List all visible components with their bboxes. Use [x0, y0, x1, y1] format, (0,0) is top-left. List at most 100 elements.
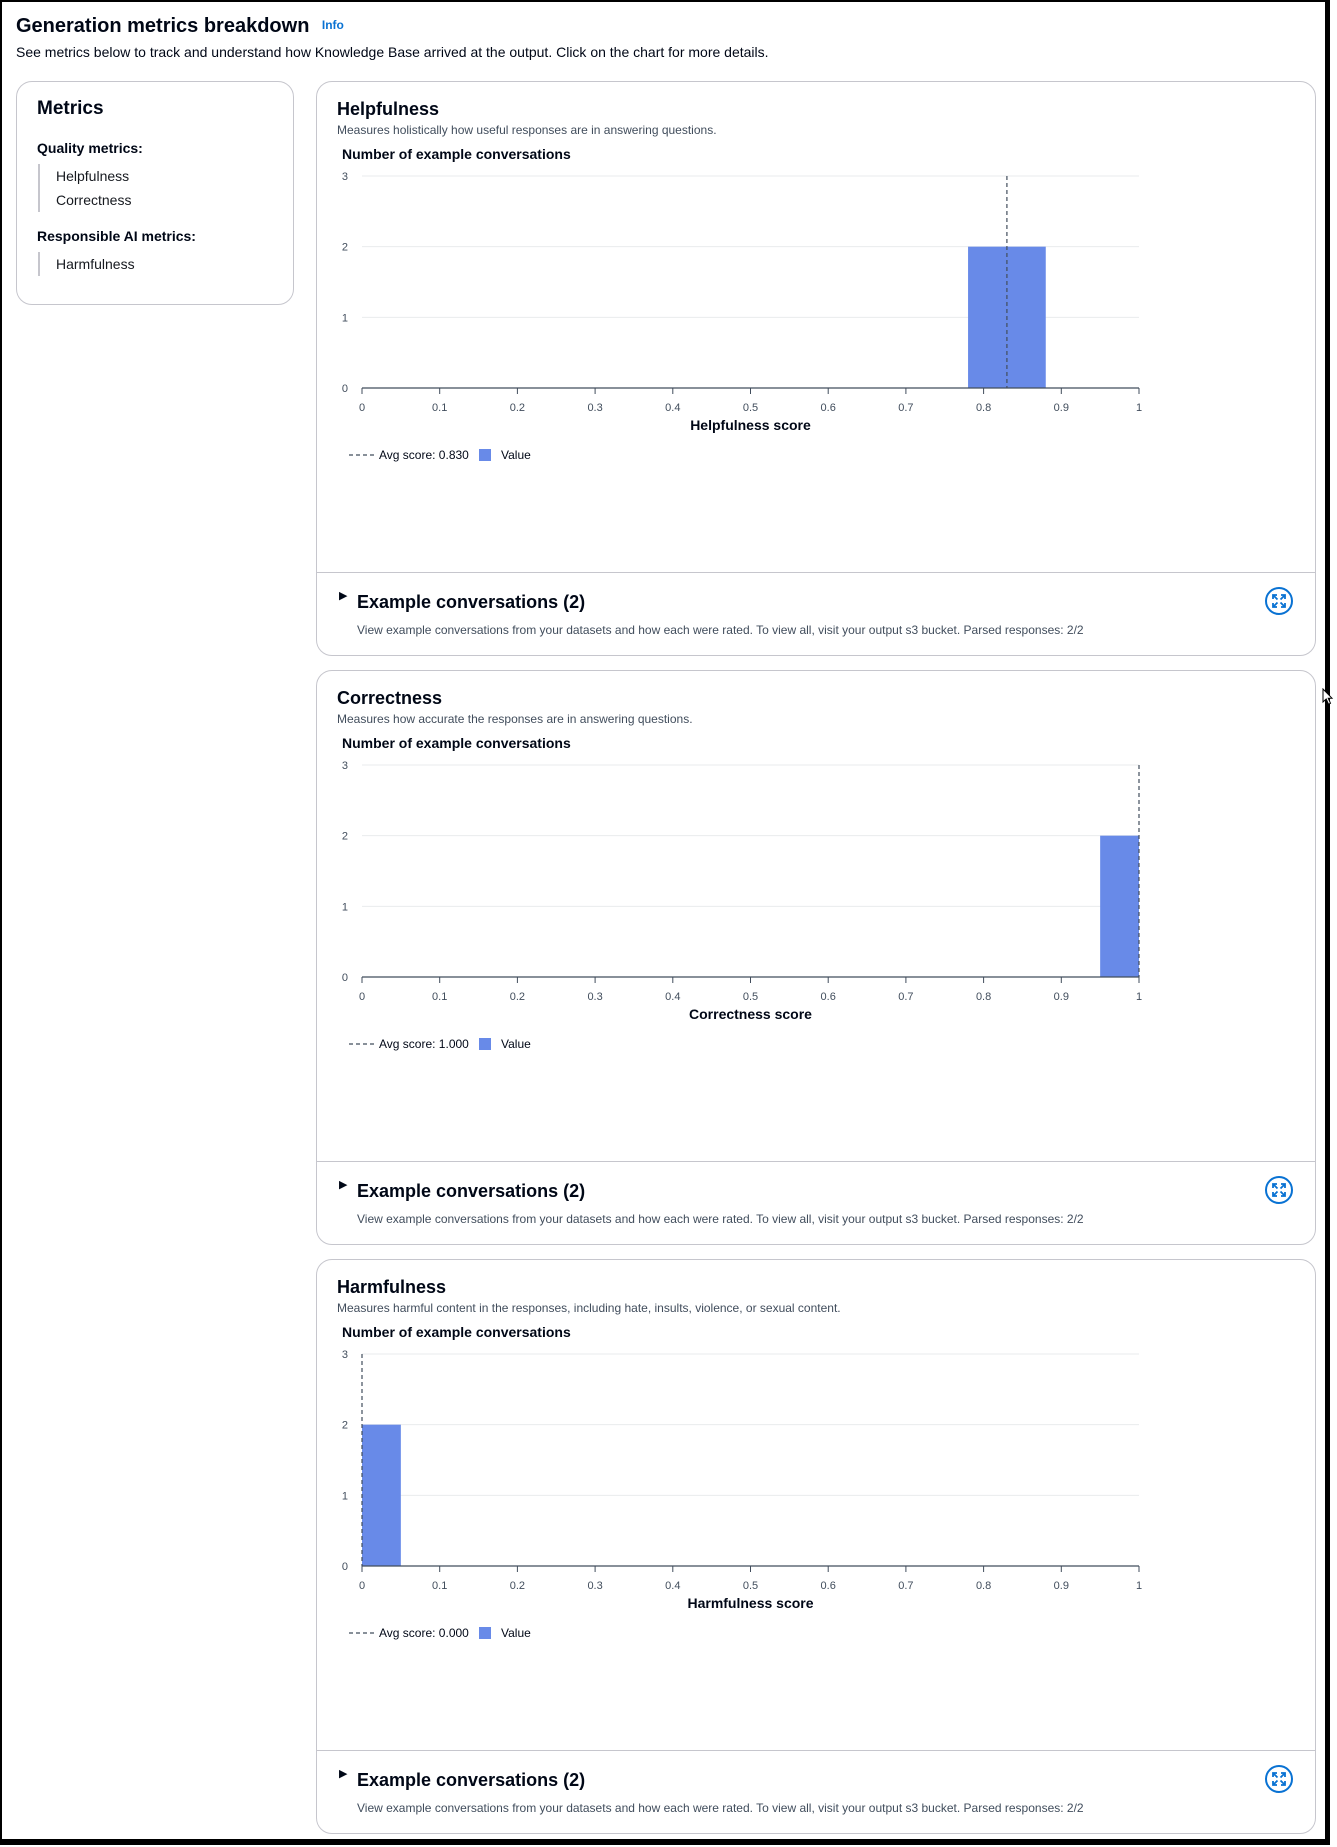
nav-list-responsible-ai: Harmfulness [38, 252, 273, 276]
y-tick-label: 3 [342, 1349, 348, 1361]
y-tick-label: 2 [342, 1420, 348, 1432]
example-conversations-section: ▶ Example conversations (2) View example… [317, 1750, 1315, 1835]
y-tick-label: 2 [342, 242, 348, 254]
example-conversations-toggle[interactable]: Example conversations (2) [357, 1770, 585, 1791]
x-tick-label: 0.8 [976, 1580, 991, 1592]
nav-item-helpfulness[interactable]: Helpfulness [56, 164, 273, 188]
x-tick-label: 0.3 [587, 402, 602, 414]
example-conversations-section: ▶ Example conversations (2) View example… [317, 1161, 1315, 1246]
y-tick-label: 1 [342, 312, 348, 324]
y-tick-label: 0 [342, 383, 348, 395]
x-tick-label: 0.6 [821, 1580, 836, 1592]
y-axis-title: Number of example conversations [342, 146, 571, 162]
x-tick-label: 0.8 [976, 991, 991, 1003]
x-tick-label: 0.7 [898, 402, 913, 414]
legend-avg-label: Avg score: 0.000 [379, 1626, 469, 1640]
y-tick-label: 1 [342, 1490, 348, 1502]
nav-list-quality: Helpfulness Correctness [38, 164, 273, 212]
expand-button[interactable] [1265, 1765, 1293, 1793]
x-tick-label: 0.5 [743, 991, 758, 1003]
page-frame: Generation metrics breakdown Info See me… [0, 0, 1334, 1845]
nav-item-harmfulness[interactable]: Harmfulness [56, 252, 273, 276]
legend-value-swatch [479, 449, 491, 461]
x-tick-label: 1 [1136, 402, 1142, 414]
metric-description: Measures harmful content in the response… [337, 1301, 841, 1315]
expand-button[interactable] [1265, 587, 1293, 615]
x-tick-label: 0.4 [665, 402, 680, 414]
metrics-nav: Metrics Quality metrics: Helpfulness Cor… [16, 81, 294, 305]
x-tick-label: 1 [1136, 1580, 1142, 1592]
x-axis-title: Correctness score [689, 1006, 812, 1022]
y-tick-label: 0 [342, 1561, 348, 1573]
expand-icon [1272, 594, 1286, 608]
legend-value-label: Value [501, 448, 531, 462]
x-tick-label: 0.4 [665, 1580, 680, 1592]
example-conversations-toggle[interactable]: Example conversations (2) [357, 592, 585, 613]
x-tick-label: 0.9 [1054, 402, 1069, 414]
x-tick-label: 0.7 [898, 1580, 913, 1592]
x-tick-label: 0.1 [432, 1580, 447, 1592]
x-tick-label: 0.7 [898, 991, 913, 1003]
caret-right-icon[interactable]: ▶ [339, 589, 347, 602]
y-tick-label: 3 [342, 760, 348, 772]
nav-item-correctness[interactable]: Correctness [56, 188, 273, 212]
x-tick-label: 0.5 [743, 402, 758, 414]
y-tick-label: 1 [342, 901, 348, 913]
expand-icon [1272, 1183, 1286, 1197]
helpfulness-chart[interactable]: Number of example conversations 0 1 2 3 0 0.1 0… [317, 82, 1315, 572]
x-tick-label: 0 [359, 991, 365, 1003]
legend-avg-label: Avg score: 0.830 [379, 448, 469, 462]
histogram-bar [362, 1424, 401, 1566]
example-conversations-section: ▶ Example conversations (2) View example… [317, 572, 1315, 657]
correctness-chart[interactable]: Number of example conversations 0 1 2 3 0 0.1 0… [317, 671, 1315, 1161]
x-tick-label: 0.3 [587, 1580, 602, 1592]
x-tick-label: 0.2 [510, 402, 525, 414]
expand-button[interactable] [1265, 1176, 1293, 1204]
nav-group-responsible-ai: Responsible AI metrics: [37, 228, 196, 244]
legend-value-label: Value [501, 1626, 531, 1640]
nav-group-quality: Quality metrics: [37, 140, 143, 156]
y-tick-label: 2 [342, 831, 348, 843]
x-tick-label: 0.2 [510, 991, 525, 1003]
page-description: See metrics below to track and understan… [16, 44, 769, 60]
caret-right-icon[interactable]: ▶ [339, 1178, 347, 1191]
x-tick-label: 0.6 [821, 991, 836, 1003]
metric-title: Harmfulness [337, 1277, 447, 1297]
x-tick-label: 0 [359, 402, 365, 414]
page-header: Generation metrics breakdown Info See me… [16, 15, 1311, 60]
x-tick-label: 0.1 [432, 991, 447, 1003]
x-tick-label: 0.4 [665, 991, 680, 1003]
page-title: Generation metrics breakdown [16, 15, 310, 37]
info-link[interactable]: Info [322, 18, 344, 32]
example-conversations-toggle[interactable]: Example conversations (2) [357, 1181, 585, 1202]
x-tick-label: 0 [359, 1580, 365, 1592]
y-axis-title: Number of example conversations [342, 735, 571, 751]
x-tick-label: 0.6 [821, 402, 836, 414]
example-conversations-description: View example conversations from your dat… [357, 1801, 1084, 1815]
caret-right-icon[interactable]: ▶ [339, 1767, 347, 1780]
metric-description: Measures how accurate the responses are … [337, 712, 693, 726]
metric-title: Correctness [337, 688, 443, 708]
legend-value-label: Value [501, 1037, 531, 1051]
metric-card-harmfulness: Number of example conversations 0 1 2 3 0 0.1 0… [316, 1259, 1316, 1834]
harmfulness-chart[interactable]: Number of example conversations 0 1 2 3 0 0.1 0… [317, 1260, 1315, 1750]
x-tick-label: 0.3 [587, 991, 602, 1003]
x-tick-label: 1 [1136, 991, 1142, 1003]
expand-icon [1272, 1772, 1286, 1786]
y-tick-label: 3 [342, 171, 348, 183]
mouse-cursor-icon [1322, 688, 1334, 705]
metric-card-helpfulness: Number of example conversations 0 1 2 3 0 0.1 0… [316, 81, 1316, 656]
x-tick-label: 0.8 [976, 402, 991, 414]
metric-card-correctness: Number of example conversations 0 1 2 3 0 0.1 0… [316, 670, 1316, 1245]
y-axis-title: Number of example conversations [342, 1324, 571, 1340]
metric-title: Helpfulness [337, 99, 440, 119]
legend-value-swatch [479, 1627, 491, 1639]
metrics-nav-title: Metrics [37, 98, 104, 119]
x-tick-label: 0.5 [743, 1580, 758, 1592]
x-axis-title: Harmfulness score [687, 1595, 813, 1611]
x-tick-label: 0.1 [432, 402, 447, 414]
x-tick-label: 0.9 [1054, 1580, 1069, 1592]
x-tick-label: 0.2 [510, 1580, 525, 1592]
example-conversations-description: View example conversations from your dat… [357, 623, 1084, 637]
histogram-bar [1100, 835, 1139, 977]
